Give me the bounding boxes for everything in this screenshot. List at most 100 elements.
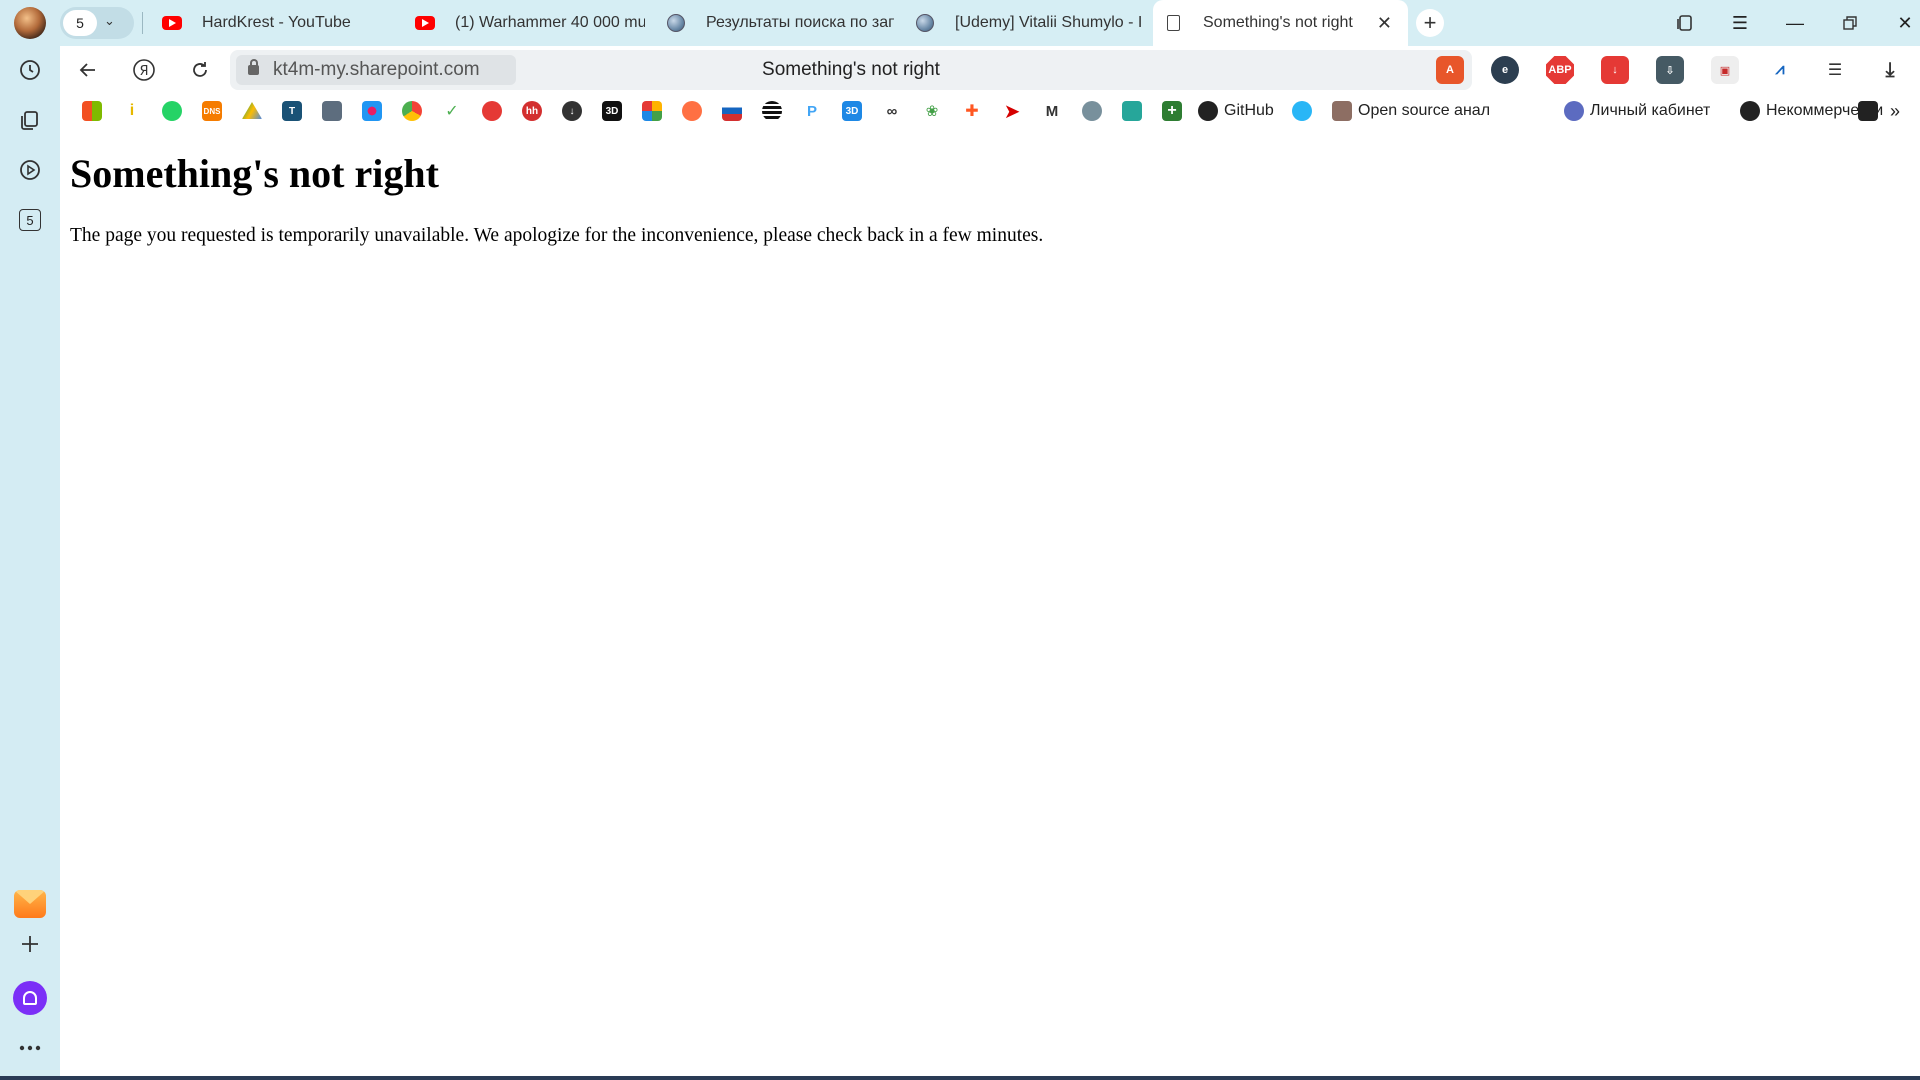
downloads-icon[interactable]: ⤓ xyxy=(1876,56,1904,84)
globe-icon xyxy=(666,13,686,33)
yandex-icon[interactable]: Я xyxy=(128,54,160,86)
tab-counter-button[interactable]: 5 ⌄ xyxy=(60,7,134,39)
globe-icon xyxy=(915,13,935,33)
translate-extension-icon[interactable]: A xyxy=(1436,56,1464,84)
bookmarks-panel-icon[interactable] xyxy=(1665,8,1705,38)
bookmark-plus-icon[interactable]: + xyxy=(1162,100,1182,122)
add-icon[interactable] xyxy=(12,926,48,962)
bookmark-t-icon[interactable]: T xyxy=(282,100,302,122)
bookmark-label: Open source анал xyxy=(1358,102,1491,119)
browser-sidebar: 5 xyxy=(0,0,60,1080)
3d-icon[interactable]: 3D xyxy=(602,100,622,122)
back-arrow-icon[interactable] xyxy=(72,54,104,86)
new-tab-button[interactable]: + xyxy=(1416,9,1444,37)
bookmark-green-icon[interactable] xyxy=(1122,100,1142,122)
bookmark-image-icon[interactable] xyxy=(322,100,342,122)
tab-title: (1) Warhammer 40 000 mu xyxy=(455,14,645,31)
bookmark-download-icon[interactable]: ↓ xyxy=(562,100,582,122)
leaf-icon[interactable]: ❀ xyxy=(922,100,942,122)
tabs-count-label: 5 xyxy=(19,209,41,231)
bookmark-personal-account[interactable]: Личный кабинет xyxy=(1564,100,1722,122)
error-message: The page you requested is temporarily un… xyxy=(70,225,1044,246)
hh-icon[interactable]: hh xyxy=(522,100,542,122)
chevron-down-icon: ⌄ xyxy=(104,13,115,28)
url-pill[interactable]: kt4m-my.sharepoint.com xyxy=(236,55,516,85)
youtube-icon xyxy=(415,13,435,33)
notes-extension-icon[interactable]: ☰ xyxy=(1821,56,1849,84)
github-icon xyxy=(1198,101,1218,121)
chrome-like-icon[interactable] xyxy=(402,100,422,122)
adblock-icon[interactable]: ABP xyxy=(1546,56,1574,84)
url-text: kt4m-my.sharepoint.com xyxy=(273,59,480,80)
taskbar-edge xyxy=(0,1076,1920,1080)
page-heading: Something's not right xyxy=(70,151,439,196)
tab-something-not-right[interactable]: Something's not right ✕ xyxy=(1153,0,1408,46)
pinwheel-icon[interactable] xyxy=(642,100,662,122)
blender-icon[interactable] xyxy=(682,100,702,122)
address-toolbar: Я kt4m-my.sharepoint.com Something's not… xyxy=(60,46,1920,94)
tab-count: 5 xyxy=(63,10,97,36)
omnibox[interactable]: kt4m-my.sharepoint.com Something's not r… xyxy=(230,50,1472,90)
page-icon xyxy=(1163,13,1183,33)
bookmark-globe-icon[interactable] xyxy=(1082,100,1102,122)
whatsapp-icon[interactable] xyxy=(162,100,182,122)
adobe-extension-icon[interactable]: ⩘ xyxy=(1766,56,1794,84)
tab-title: Результаты поиска по зап xyxy=(706,14,894,31)
close-window-icon[interactable]: ✕ xyxy=(1885,8,1920,38)
att-icon[interactable] xyxy=(762,100,782,122)
tab-search-results[interactable]: Результаты поиска по зап xyxy=(656,4,894,42)
red-arrow-icon[interactable]: ➤ xyxy=(1002,100,1022,123)
google-drive-icon[interactable] xyxy=(242,100,262,122)
save-extension-icon[interactable]: ↓ xyxy=(1601,56,1629,84)
tab-title: Something's not right xyxy=(1203,14,1353,31)
bookmark-last-icon[interactable] xyxy=(1858,100,1878,122)
bookmark-github[interactable]: GitHub xyxy=(1198,100,1274,122)
bookmark-open-source[interactable]: Open source анал xyxy=(1332,100,1558,122)
bookmark-noncommercial[interactable]: Некоммерчески xyxy=(1740,100,1910,122)
more-icon[interactable] xyxy=(12,1030,48,1066)
restore-icon[interactable] xyxy=(1830,8,1870,38)
tab-strip: 5 ⌄ HardKrest - YouTube (1) Warhammer 40… xyxy=(60,0,1920,46)
bookmark-red-icon[interactable] xyxy=(482,100,502,122)
lock-icon[interactable] xyxy=(248,59,259,75)
screenshot-extension-icon[interactable]: ▣ xyxy=(1711,56,1739,84)
history-icon[interactable] xyxy=(12,52,48,88)
alice-assistant-icon[interactable] xyxy=(12,980,48,1016)
menu-icon[interactable]: ☰ xyxy=(1720,8,1760,38)
dns-icon[interactable]: DNS xyxy=(202,100,222,122)
bookmark-label: GitHub xyxy=(1224,102,1274,119)
bookmark-cross-icon[interactable]: ✚ xyxy=(962,100,982,122)
tab-warhammer[interactable]: (1) Warhammer 40 000 mu xyxy=(405,4,645,42)
bookmark-dots-icon[interactable] xyxy=(362,100,382,122)
adobe-icon[interactable]: ∞ xyxy=(882,100,902,122)
folder-icon xyxy=(1332,101,1352,121)
check-icon[interactable]: ✓ xyxy=(442,100,462,122)
windows-icon[interactable] xyxy=(82,100,102,122)
youtube-icon xyxy=(162,13,182,33)
gmail-icon[interactable]: M xyxy=(1042,100,1062,122)
extension-icon[interactable]: e xyxy=(1491,56,1519,84)
bookmark-label: Личный кабинет xyxy=(1590,102,1711,119)
tabs-count-button[interactable]: 5 xyxy=(12,202,48,238)
tab-udemy[interactable]: [Udemy] Vitalii Shumylo - I xyxy=(905,4,1145,42)
page-content: Something's not right The page you reque… xyxy=(60,126,1920,1080)
tab-separator xyxy=(142,12,143,34)
reload-icon[interactable] xyxy=(184,54,216,86)
tab-title: HardKrest - YouTube xyxy=(202,14,351,31)
play-icon[interactable] xyxy=(12,152,48,188)
globe-icon xyxy=(1564,101,1584,121)
minimize-icon[interactable]: — xyxy=(1775,8,1815,38)
tab-title: [Udemy] Vitalii Shumylo - I xyxy=(955,14,1143,31)
russia-flag-icon[interactable] xyxy=(722,100,742,122)
bookmarks-bar: i DNS T ✓ hh ↓ 3D P 3D ∞ ❀ ✚ ➤ M + GitHu… xyxy=(60,94,1920,126)
profile-avatar[interactable] xyxy=(14,7,46,39)
mail-icon[interactable] xyxy=(12,886,48,922)
close-tab-icon[interactable]: ✕ xyxy=(1377,13,1392,34)
info-icon[interactable]: i xyxy=(122,100,142,122)
more-bookmarks-icon[interactable]: » xyxy=(1890,100,1900,122)
collections-icon[interactable] xyxy=(12,102,48,138)
bookmark-3d-blue-icon[interactable]: 3D xyxy=(842,100,862,122)
download-extension-icon[interactable]: ⇩ xyxy=(1656,56,1684,84)
bookmark-p-icon[interactable]: P xyxy=(802,100,822,122)
bookmark-circle-icon[interactable] xyxy=(1292,100,1312,122)
